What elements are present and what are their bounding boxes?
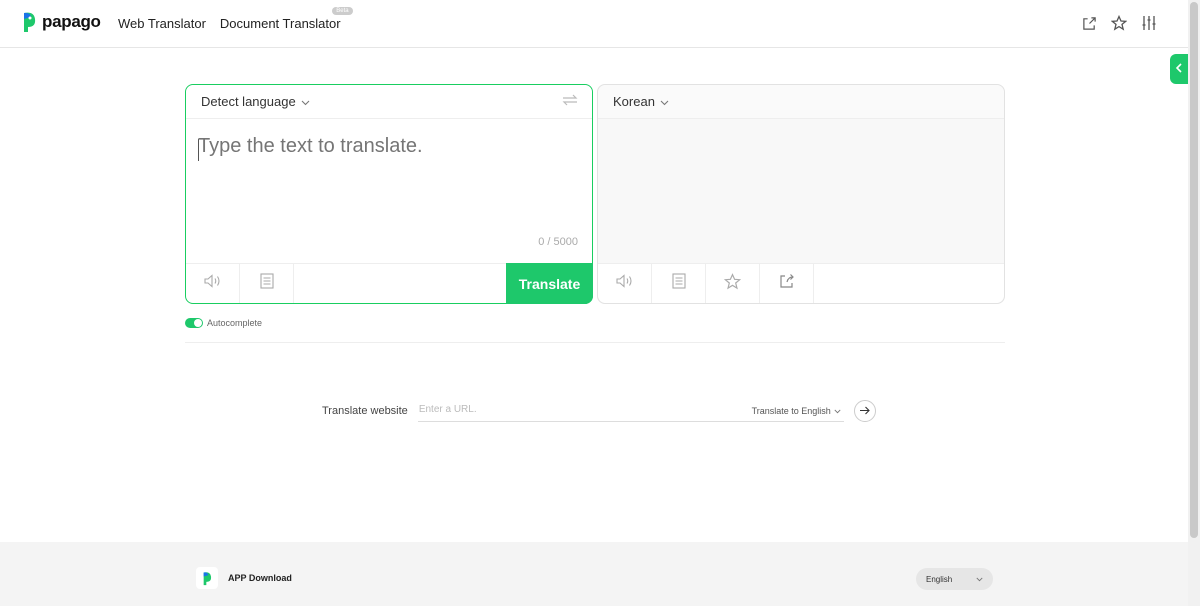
side-panel-toggle[interactable] bbox=[1170, 54, 1188, 84]
arrow-right-icon bbox=[859, 402, 871, 420]
document-icon bbox=[671, 273, 686, 294]
footer-language-label: English bbox=[926, 574, 953, 584]
share-icon bbox=[779, 273, 795, 294]
target-panel: Korean bbox=[597, 84, 1005, 304]
speaker-icon bbox=[615, 274, 634, 293]
chevron-down-icon bbox=[976, 575, 983, 584]
header-actions bbox=[1080, 14, 1158, 32]
website-target-language-select[interactable]: Translate to English bbox=[752, 406, 841, 416]
autocomplete-toggle[interactable] bbox=[185, 318, 203, 328]
go-button[interactable] bbox=[853, 400, 876, 422]
nav-document-translator-label: Document Translator bbox=[219, 16, 341, 31]
website-target-language-label: Translate to English bbox=[751, 405, 831, 416]
app-download-label: APP Download bbox=[228, 573, 292, 583]
source-dictionary-button[interactable] bbox=[240, 264, 294, 303]
source-text-input[interactable] bbox=[198, 135, 578, 235]
document-icon bbox=[259, 273, 274, 294]
target-language-label: Korean bbox=[613, 94, 655, 109]
target-panel-header: Korean bbox=[598, 85, 1004, 119]
target-share-button[interactable] bbox=[760, 264, 814, 303]
footer-language-select[interactable]: English bbox=[916, 568, 993, 590]
translate-website-row: Translate website Translate to English bbox=[322, 400, 876, 422]
settings-sliders-icon[interactable] bbox=[1140, 14, 1158, 32]
top-header: papago Web Translator Document Translato… bbox=[0, 0, 1188, 48]
swap-languages-icon[interactable] bbox=[562, 94, 578, 109]
target-listen-button[interactable] bbox=[598, 264, 652, 303]
source-language-select[interactable]: Detect language bbox=[201, 94, 310, 109]
scrollbar-thumb[interactable] bbox=[1190, 2, 1198, 538]
nav-document-translator[interactable]: Document Translator Beta bbox=[219, 7, 353, 31]
star-icon bbox=[723, 272, 742, 295]
source-language-label: Detect language bbox=[201, 94, 296, 109]
share-icon[interactable] bbox=[1080, 14, 1098, 32]
target-favorite-button[interactable] bbox=[706, 264, 760, 303]
papago-app-icon bbox=[196, 567, 218, 589]
nav-web-translator[interactable]: Web Translator bbox=[118, 16, 206, 31]
chevron-down-icon bbox=[834, 406, 841, 416]
papago-logo[interactable]: papago bbox=[20, 11, 101, 33]
app-download-link[interactable]: APP Download bbox=[196, 567, 292, 589]
logo-text: papago bbox=[42, 12, 101, 31]
chevron-down-icon bbox=[301, 94, 310, 109]
source-listen-button[interactable] bbox=[186, 264, 240, 303]
chevron-left-icon bbox=[1175, 60, 1183, 78]
url-input[interactable] bbox=[418, 403, 719, 415]
autocomplete-option: Autocomplete bbox=[185, 318, 262, 328]
target-dictionary-button[interactable] bbox=[652, 264, 706, 303]
target-toolbar bbox=[598, 263, 1004, 303]
footer: APP Download English bbox=[0, 542, 1188, 606]
star-icon[interactable] bbox=[1110, 14, 1128, 32]
translate-website-label: Translate website bbox=[322, 405, 408, 417]
chevron-down-icon bbox=[660, 94, 669, 109]
character-counter: 0 / 5000 bbox=[538, 236, 578, 248]
source-panel-header: Detect language bbox=[186, 85, 592, 119]
autocomplete-label: Autocomplete bbox=[207, 318, 263, 328]
source-panel: Detect language 0 / 5000 bbox=[185, 84, 593, 304]
papago-logo-icon bbox=[20, 11, 38, 33]
beta-badge: Beta bbox=[332, 7, 353, 15]
speaker-icon bbox=[203, 274, 222, 293]
main-nav: Web Translator Document Translator Beta bbox=[118, 7, 353, 31]
url-box: Translate to English bbox=[417, 401, 844, 422]
target-language-select[interactable]: Korean bbox=[613, 94, 669, 109]
vertical-scrollbar[interactable] bbox=[1188, 0, 1200, 606]
translate-button[interactable]: Translate bbox=[506, 263, 593, 304]
section-divider bbox=[185, 342, 1005, 343]
